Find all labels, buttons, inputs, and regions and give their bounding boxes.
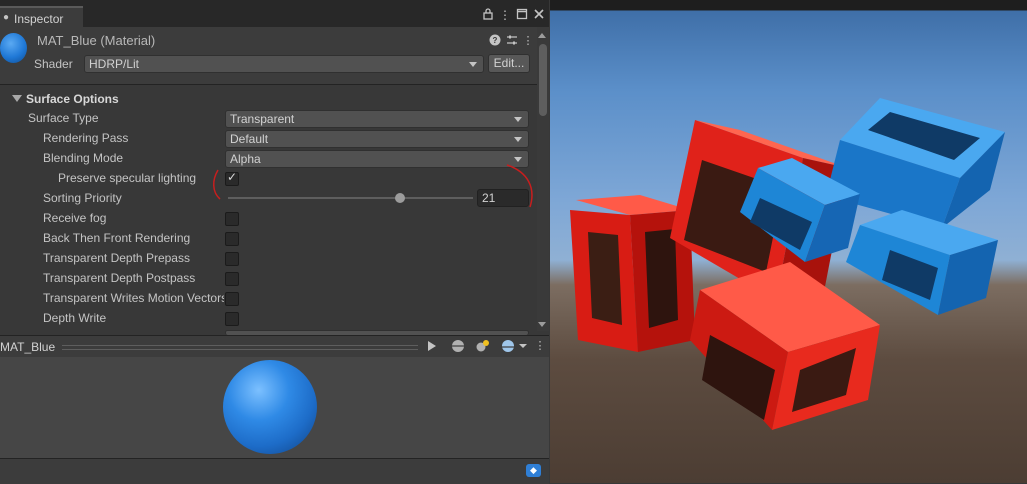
close-icon[interactable] (532, 8, 546, 22)
chevron-down-icon (514, 157, 522, 162)
shader-dropdown[interactable]: HDRP/Lit (84, 55, 484, 73)
depth-prepass-checkbox[interactable] (225, 252, 239, 266)
preset-icon[interactable] (505, 34, 519, 48)
play-icon[interactable] (424, 337, 440, 355)
foldout-arrow-icon (12, 95, 22, 102)
shader-label: Shader (34, 57, 73, 71)
writes-motion-vectors-checkbox[interactable] (225, 292, 239, 306)
help-icon[interactable]: ? (488, 34, 502, 48)
svg-text:?: ? (493, 36, 498, 45)
blending-mode-dropdown[interactable]: Alpha (225, 150, 529, 168)
surface-options-foldout[interactable]: Surface Options (0, 89, 537, 108)
scroll-up-icon[interactable] (538, 33, 546, 38)
blending-mode-label: Blending Mode (43, 151, 124, 165)
blending-mode-value: Alpha (230, 152, 261, 166)
preview-shape-icon[interactable] (449, 337, 467, 355)
preview-resize-handle[interactable] (62, 345, 418, 350)
preview-toolbar: MAT_Blue ⋮ (0, 335, 549, 358)
scrollbar-thumb[interactable] (539, 44, 547, 116)
preserve-specular-checkbox[interactable]: ✓ (225, 170, 239, 186)
rendering-pass-dropdown[interactable]: Default (225, 130, 529, 148)
receive-fog-label: Receive fog (43, 211, 107, 225)
sorting-priority-slider-track[interactable] (228, 197, 473, 199)
depth-postpass-label: Transparent Depth Postpass (43, 271, 196, 285)
rendering-pass-value: Default (230, 132, 269, 146)
preview-sphere (223, 360, 317, 454)
chevron-down-icon (514, 117, 522, 122)
tab-label: Inspector (14, 12, 64, 26)
preview-more-icon[interactable]: ⋮ (534, 337, 546, 355)
surface-type-dropdown[interactable]: Transparent (225, 110, 529, 128)
rendering-pass-label: Rendering Pass (43, 131, 129, 145)
scroll-down-icon[interactable] (538, 322, 546, 327)
sorting-priority-slider-handle[interactable] (395, 193, 405, 203)
info-icon: ● (3, 12, 10, 23)
preview-title: MAT_Blue (0, 340, 56, 354)
depth-prepass-label: Transparent Depth Prepass (43, 251, 190, 265)
sorting-priority-label: Sorting Priority (43, 191, 122, 205)
red-cube-3 (690, 262, 880, 430)
maximize-icon[interactable] (515, 8, 529, 22)
writes-motion-vectors-label: Transparent Writes Motion Vectors (43, 291, 224, 305)
surface-type-value: Transparent (230, 112, 295, 126)
sorting-priority-field[interactable]: 21 (477, 189, 529, 207)
depth-write-checkbox[interactable] (225, 312, 239, 326)
scene-render (570, 98, 1005, 430)
back-then-front-checkbox[interactable] (225, 232, 239, 246)
depth-write-label: Depth Write (43, 311, 107, 325)
tab-inspector[interactable]: ● Inspector (0, 6, 83, 27)
chevron-down-icon (469, 62, 477, 67)
material-thumbnail (0, 33, 27, 63)
back-then-front-label: Back Then Front Rendering (43, 231, 191, 245)
depth-postpass-checkbox[interactable] (225, 272, 239, 286)
checkmark-icon: ✓ (227, 170, 238, 184)
shader-value: HDRP/Lit (89, 57, 140, 71)
lock-icon[interactable] (481, 8, 495, 22)
preserve-specular-label: Preserve specular lighting (58, 171, 197, 185)
header-more-icon[interactable]: ⋮ (521, 34, 535, 48)
edit-shader-button[interactable]: Edit... (488, 54, 530, 73)
preview-sphere-dropdown[interactable] (499, 337, 529, 355)
blue-cube-3 (846, 210, 998, 315)
more-options-icon[interactable]: ⋮ (498, 8, 512, 22)
surface-type-label: Surface Type (28, 111, 99, 125)
material-title: MAT_Blue (Material) (37, 33, 156, 48)
receive-fog-checkbox[interactable] (225, 212, 239, 226)
light-toggle-icon[interactable] (474, 337, 492, 355)
chevron-down-icon (514, 137, 522, 142)
asset-label-icon[interactable]: ◆ (526, 464, 541, 477)
inspector-footer (0, 458, 549, 484)
section-title: Surface Options (26, 92, 119, 106)
